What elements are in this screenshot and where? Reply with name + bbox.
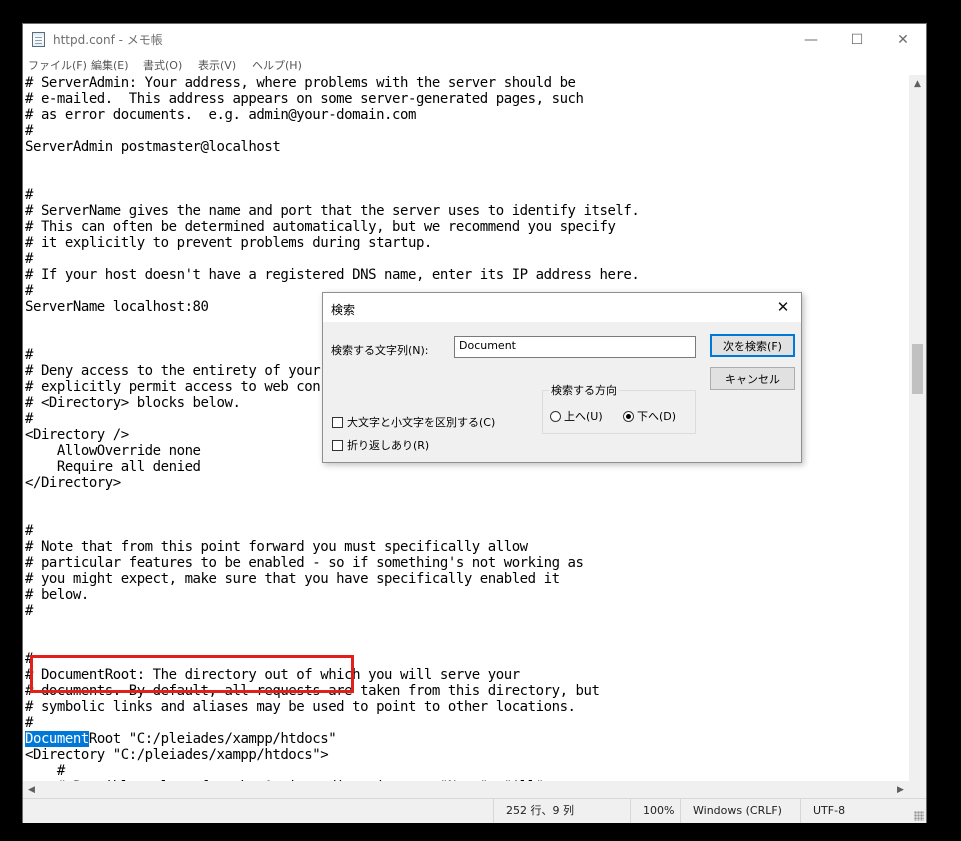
- editor-line[interactable]: [25, 507, 655, 523]
- find-what-input[interactable]: Document: [454, 336, 696, 358]
- status-bar: 252 行、9 列 100% Windows (CRLF) UTF-8: [23, 798, 926, 823]
- checkbox-unchecked-icon[interactable]: [332, 439, 343, 451]
- editor-line[interactable]: # you might expect, make sure that you h…: [25, 571, 655, 587]
- editor-line[interactable]: # e-mailed. This address appears on some…: [25, 91, 655, 107]
- find-dialog: 検索 ✕ 検索する文字列(N): Document 次を検索(F) キャンセル …: [322, 292, 802, 463]
- match-case-checkbox[interactable]: 大文字と小文字を区別する(C): [332, 414, 495, 430]
- title-bar[interactable]: httpd.conf - メモ帳 — ☐ ✕: [23, 24, 926, 55]
- editor-line[interactable]: [25, 635, 655, 651]
- direction-down-label: 下へ(D): [637, 410, 677, 423]
- editor-line[interactable]: </Directory>: [25, 475, 655, 491]
- editor-line[interactable]: [25, 619, 655, 635]
- editor-line[interactable]: ServerAdmin postmaster@localhost: [25, 139, 655, 155]
- editor-line[interactable]: # it explicitly to prevent problems duri…: [25, 235, 655, 251]
- editor-line[interactable]: # documents. By default, all requests ar…: [25, 683, 655, 699]
- vertical-scroll-thumb[interactable]: [912, 344, 923, 394]
- find-dialog-title-bar[interactable]: 検索 ✕: [323, 293, 801, 322]
- editor-line[interactable]: # DocumentRoot: The directory out of whi…: [25, 667, 655, 683]
- match-case-label: 大文字と小文字を区別する(C): [347, 416, 496, 429]
- find-dialog-close-icon[interactable]: ✕: [771, 296, 795, 318]
- wrap-around-checkbox[interactable]: 折り返しあり(R): [332, 437, 429, 453]
- wrap-around-label: 折り返しあり(R): [347, 439, 430, 452]
- editor-line[interactable]: #: [25, 123, 655, 139]
- find-dialog-title: 検索: [331, 303, 356, 317]
- menu-view[interactable]: 表示(V): [198, 57, 236, 73]
- status-zoom: 100%: [630, 799, 680, 823]
- menu-edit[interactable]: 編集(E): [91, 57, 129, 73]
- menu-bar: ファイル(F) 編集(E) 書式(O) 表示(V) ヘルプ(H): [23, 55, 926, 75]
- find-next-button[interactable]: 次を検索(F): [710, 334, 795, 357]
- scroll-left-icon[interactable]: ◀: [23, 781, 40, 798]
- vertical-scrollbar[interactable]: ▲ ▼: [909, 75, 926, 806]
- maximize-button[interactable]: ☐: [834, 24, 880, 55]
- status-line-ending: Windows (CRLF): [680, 799, 800, 823]
- resize-grip-icon[interactable]: [914, 811, 924, 821]
- cancel-button[interactable]: キャンセル: [710, 367, 795, 390]
- editor-line[interactable]: #: [25, 763, 655, 779]
- editor-line[interactable]: # particular features to be enabled - so…: [25, 555, 655, 571]
- direction-down-radio[interactable]: 下へ(D): [623, 408, 676, 424]
- checkbox-unchecked-icon[interactable]: [332, 416, 343, 428]
- editor-line[interactable]: #: [25, 603, 655, 619]
- editor-line[interactable]: # Note that from this point forward you …: [25, 539, 655, 555]
- scroll-up-icon[interactable]: ▲: [909, 75, 926, 92]
- status-encoding: UTF-8: [800, 799, 910, 823]
- find-what-label: 検索する文字列(N):: [331, 344, 429, 357]
- direction-up-label: 上へ(U): [564, 410, 603, 423]
- notepad-app-icon: [32, 32, 45, 47]
- editor-line[interactable]: # ServerAdmin: Your address, where probl…: [25, 75, 655, 91]
- scrollbar-corner: [909, 781, 926, 798]
- status-cursor-position: 252 行、9 列: [493, 799, 630, 823]
- editor-line[interactable]: <Directory "C:/pleiades/xampp/htdocs">: [25, 747, 655, 763]
- direction-group-title: 検索する方向: [549, 382, 619, 398]
- radio-checked-icon[interactable]: [623, 410, 634, 422]
- window-title: httpd.conf - メモ帳: [53, 33, 163, 47]
- editor-line[interactable]: [25, 171, 655, 187]
- selected-text[interactable]: Document: [25, 731, 89, 747]
- editor-line[interactable]: DocumentRoot "C:/pleiades/xampp/htdocs": [25, 731, 655, 747]
- editor-line[interactable]: # If your host doesn't have a registered…: [25, 267, 655, 283]
- scroll-right-icon[interactable]: ▶: [892, 781, 909, 798]
- menu-help[interactable]: ヘルプ(H): [252, 57, 302, 73]
- close-button[interactable]: ✕: [880, 24, 926, 55]
- editor-line[interactable]: #: [25, 187, 655, 203]
- editor-line[interactable]: # This can often be determined automatic…: [25, 219, 655, 235]
- minimize-button[interactable]: —: [788, 24, 834, 55]
- editor-line[interactable]: # ServerName gives the name and port tha…: [25, 203, 655, 219]
- menu-format[interactable]: 書式(O): [143, 57, 182, 73]
- editor-line[interactable]: #: [25, 251, 655, 267]
- menu-file[interactable]: ファイル(F): [28, 57, 87, 73]
- editor-line[interactable]: # below.: [25, 587, 655, 603]
- editor-line[interactable]: # as error documents. e.g. admin@your-do…: [25, 107, 655, 123]
- editor-line[interactable]: [25, 491, 655, 507]
- line-text: Root "C:/pleiades/xampp/htdocs": [88, 731, 337, 747]
- horizontal-scrollbar[interactable]: ◀ ▶: [23, 781, 909, 798]
- radio-unchecked-icon[interactable]: [550, 410, 561, 422]
- editor-line[interactable]: # symbolic links and aliases may be used…: [25, 699, 655, 715]
- editor-line[interactable]: #: [25, 651, 655, 667]
- editor-line[interactable]: #: [25, 523, 655, 539]
- editor-line[interactable]: #: [25, 715, 655, 731]
- editor-line[interactable]: [25, 155, 655, 171]
- direction-up-radio[interactable]: 上へ(U): [550, 408, 603, 424]
